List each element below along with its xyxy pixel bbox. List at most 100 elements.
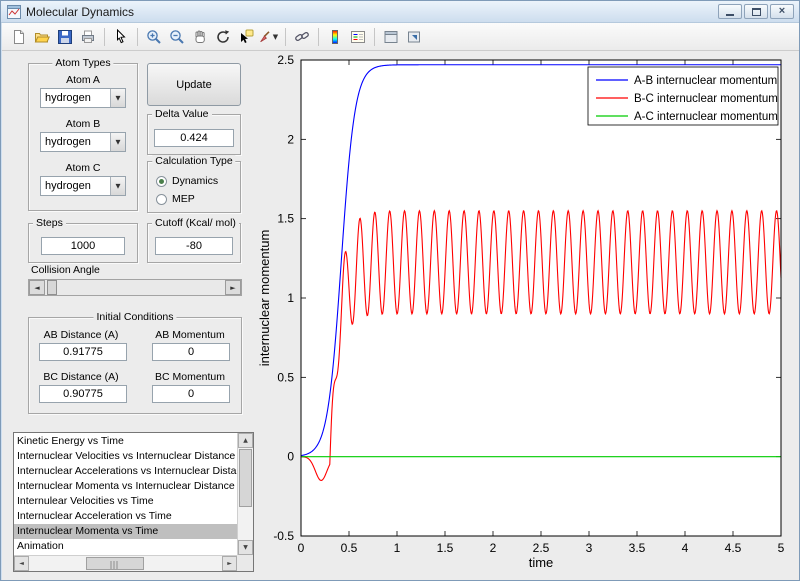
- scrollbar-corner: [237, 555, 253, 571]
- scroll-right-arrow[interactable]: ►: [222, 556, 237, 571]
- delta-value-field[interactable]: 0.424: [154, 129, 234, 147]
- edit-plot-button[interactable]: [110, 26, 132, 48]
- svg-text:1: 1: [394, 541, 401, 555]
- toolbar-separator: [285, 28, 286, 46]
- svg-text:A-C internuclear momentum: A-C internuclear momentum: [634, 111, 778, 123]
- close-button[interactable]: ×: [770, 4, 794, 19]
- cutoff-panel: Cutoff (Kcal/ mol) -80: [147, 223, 241, 263]
- brush-button[interactable]: ▼: [258, 26, 280, 48]
- slider-thumb[interactable]: [47, 280, 57, 295]
- listbox-items: Kinetic Energy vs Time Internuclear Velo…: [14, 434, 237, 555]
- bc-momentum-field[interactable]: 0: [152, 385, 230, 403]
- svg-text:B-C internuclear momentum: B-C internuclear momentum: [634, 93, 778, 105]
- svg-text:0.5: 0.5: [277, 370, 294, 384]
- plot-area[interactable]: 00.511.522.533.544.55-0.500.511.522.5tim…: [256, 53, 796, 579]
- atom-b-dropdown[interactable]: hydrogen ▼: [40, 132, 126, 152]
- atom-a-dropdown[interactable]: hydrogen ▼: [40, 88, 126, 108]
- list-item[interactable]: Internuclear Velocities vs Internuclear …: [14, 449, 237, 464]
- data-cursor-button[interactable]: [235, 26, 257, 48]
- slider-right-arrow[interactable]: ►: [225, 280, 241, 295]
- cutoff-field[interactable]: -80: [155, 237, 233, 255]
- list-item-selected[interactable]: Internuclear Momenta vs Time: [14, 524, 237, 539]
- maximize-icon: [752, 8, 761, 16]
- toolbar-separator: [318, 28, 319, 46]
- bc-momentum-label: BC Momentum: [141, 371, 239, 383]
- list-item[interactable]: Internuclear Accelerations vs Internucle…: [14, 464, 237, 479]
- brush-dropdown-icon[interactable]: ▼: [272, 33, 279, 41]
- minimize-button[interactable]: [718, 4, 742, 19]
- titlebar[interactable]: Molecular Dynamics ×: [1, 1, 799, 23]
- atom-c-value: hydrogen: [41, 177, 110, 195]
- new-document-icon: [11, 29, 27, 45]
- steps-panel: Steps 1000: [28, 223, 138, 263]
- zoom-in-button[interactable]: [143, 26, 165, 48]
- scroll-down-arrow[interactable]: ▼: [238, 540, 253, 555]
- dropdown-arrow-icon[interactable]: ▼: [110, 89, 125, 107]
- window-title: Molecular Dynamics: [26, 5, 134, 19]
- maximize-button[interactable]: [744, 4, 768, 19]
- atom-b-label: Atom B: [29, 118, 137, 130]
- horizontal-scrollbar[interactable]: ◄ ►: [14, 555, 237, 571]
- radio-dynamics-label: Dynamics: [172, 175, 218, 187]
- x-axis-label: time: [529, 555, 554, 570]
- ab-momentum-label: AB Momentum: [141, 329, 239, 341]
- zoom-out-button[interactable]: [166, 26, 188, 48]
- atom-types-panel: Atom Types Atom A hydrogen ▼ Atom B hydr…: [28, 63, 138, 211]
- hide-plot-tools-button[interactable]: [380, 26, 402, 48]
- atom-c-dropdown[interactable]: hydrogen ▼: [40, 176, 126, 196]
- save-disk-icon: [57, 29, 73, 45]
- app-window: Molecular Dynamics × ▼ Atom Types: [0, 0, 800, 581]
- slider-left-arrow[interactable]: ◄: [29, 280, 45, 295]
- calculation-type-panel: Calculation Type Dynamics MEP: [147, 161, 241, 213]
- radio-dynamics[interactable]: Dynamics: [156, 175, 218, 187]
- initial-conditions-panel: Initial Conditions AB Distance (A) AB Mo…: [28, 317, 242, 414]
- atom-a-label: Atom A: [29, 74, 137, 86]
- collision-angle-slider[interactable]: ◄ ►: [28, 279, 242, 296]
- link-chain-icon: [294, 29, 310, 45]
- radio-mep[interactable]: MEP: [156, 193, 195, 205]
- ab-momentum-field[interactable]: 0: [152, 343, 230, 361]
- open-file-button[interactable]: [31, 26, 53, 48]
- insert-colorbar-button[interactable]: [324, 26, 346, 48]
- legend-icon: [350, 29, 366, 45]
- toolbar-separator: [104, 28, 105, 46]
- dock-figure-button[interactable]: [403, 26, 425, 48]
- list-item[interactable]: Kinetic Energy vs Time: [14, 434, 237, 449]
- insert-legend-button[interactable]: [347, 26, 369, 48]
- plot-type-listbox: Kinetic Energy vs Time Internuclear Velo…: [13, 432, 254, 572]
- list-item[interactable]: Internuclear Momenta vs Internuclear Dis…: [14, 479, 237, 494]
- horizontal-scroll-thumb[interactable]: [86, 557, 144, 570]
- list-item[interactable]: Animation: [14, 539, 237, 554]
- steps-title: Steps: [33, 217, 66, 229]
- pan-hand-icon: [192, 29, 208, 45]
- steps-field[interactable]: 1000: [41, 237, 125, 255]
- rotate-3d-icon: [215, 29, 231, 45]
- axes-plot[interactable]: 00.511.522.533.544.55-0.500.511.522.5tim…: [256, 53, 796, 579]
- svg-text:1.5: 1.5: [437, 541, 454, 555]
- scroll-up-arrow[interactable]: ▲: [238, 433, 253, 448]
- vertical-scrollbar[interactable]: ▲ ▼: [237, 433, 253, 555]
- radio-mep-label: MEP: [172, 193, 195, 205]
- link-plot-button[interactable]: [291, 26, 313, 48]
- list-item[interactable]: Internulear Velocities vs Time: [14, 494, 237, 509]
- dropdown-arrow-icon[interactable]: ▼: [110, 177, 125, 195]
- calculation-type-title: Calculation Type: [152, 155, 235, 167]
- new-figure-button[interactable]: [8, 26, 30, 48]
- print-figure-button[interactable]: [77, 26, 99, 48]
- plot-legend[interactable]: A-B internuclear momentumB-C internuclea…: [588, 67, 778, 125]
- scroll-left-arrow[interactable]: ◄: [14, 556, 29, 571]
- vertical-scroll-thumb[interactable]: [239, 449, 252, 507]
- bc-distance-field[interactable]: 0.90775: [39, 385, 127, 403]
- atom-c-label: Atom C: [29, 162, 137, 174]
- save-figure-button[interactable]: [54, 26, 76, 48]
- rotate-3d-button[interactable]: [212, 26, 234, 48]
- svg-text:0.5: 0.5: [341, 541, 358, 555]
- dropdown-arrow-icon[interactable]: ▼: [110, 133, 125, 151]
- list-item[interactable]: Internuclear Acceleration vs Time: [14, 509, 237, 524]
- update-button[interactable]: Update: [147, 63, 241, 106]
- ab-distance-field[interactable]: 0.91775: [39, 343, 127, 361]
- close-icon: ×: [779, 6, 785, 17]
- svg-text:-0.5: -0.5: [273, 529, 294, 543]
- svg-text:1: 1: [287, 291, 294, 305]
- pan-button[interactable]: [189, 26, 211, 48]
